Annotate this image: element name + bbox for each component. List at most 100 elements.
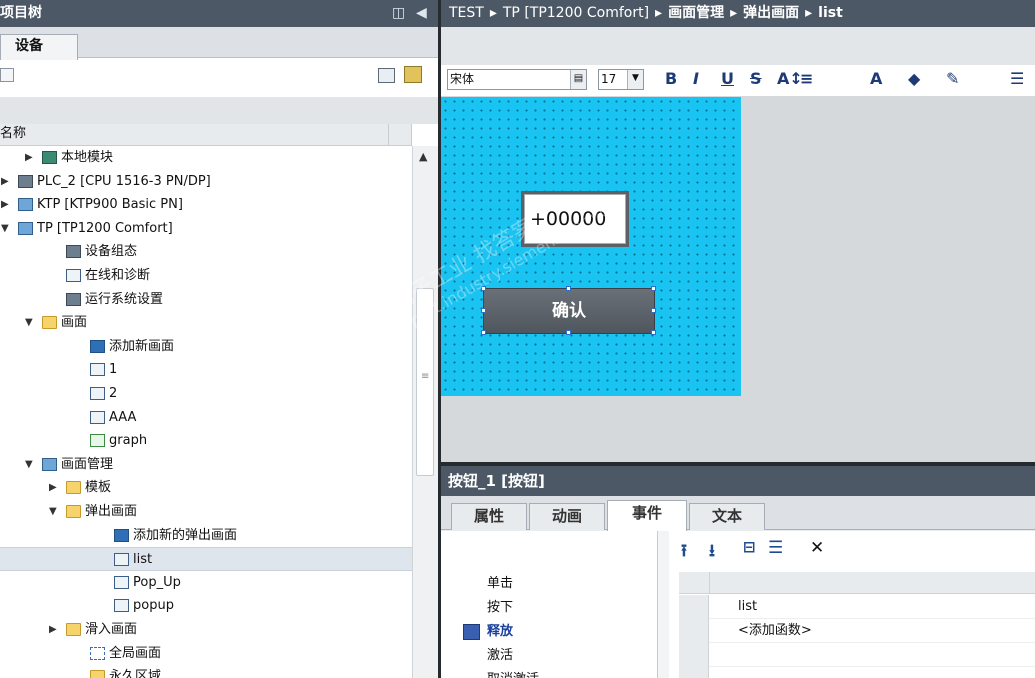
function-row[interactable]: list xyxy=(679,595,1035,619)
tree-item[interactable]: ▶ PLC_2 [CPU 1516-3 PN/DP] xyxy=(0,170,412,194)
event-item[interactable]: 单击 xyxy=(487,573,513,595)
tree-item[interactable]: ▼ TP [TP1200 Comfort] xyxy=(0,217,412,241)
row-gutter xyxy=(679,619,709,643)
resize-handle[interactable] xyxy=(481,308,486,313)
hmi-icon xyxy=(18,198,33,212)
io-field[interactable]: +00000 xyxy=(521,191,629,247)
delete-icon[interactable]: ✕ xyxy=(810,538,824,558)
event-item[interactable]: 按下 xyxy=(487,597,513,619)
event-list-scrollbar[interactable] xyxy=(657,531,669,678)
details-view-icon[interactable] xyxy=(378,68,395,83)
tree-item[interactable]: 1 xyxy=(0,358,412,382)
resize-handle[interactable] xyxy=(481,286,486,291)
format-button[interactable]: A xyxy=(870,68,882,90)
resize-handle[interactable] xyxy=(651,308,656,313)
expand-arrow-icon[interactable]: ▶ xyxy=(25,146,33,169)
resize-handle[interactable] xyxy=(481,330,486,335)
format-button[interactable]: U xyxy=(721,68,734,90)
tree-item-label: 画面管理 xyxy=(61,456,114,472)
tree-item[interactable]: ▶ KTP [KTP900 Basic PN] xyxy=(0,193,412,217)
chevron-down-icon[interactable]: ▼ xyxy=(627,70,643,89)
resize-handle[interactable] xyxy=(566,330,571,335)
runtime-settings-icon xyxy=(66,292,81,306)
format-button[interactable]: ≡ xyxy=(800,68,813,90)
tree-item[interactable]: 设备组态 xyxy=(0,240,412,264)
inspector-title: 按钮_1 [按钮] xyxy=(441,466,1035,496)
export-icon[interactable] xyxy=(404,66,422,83)
tree-scroll-thumb[interactable]: ≡ xyxy=(416,288,434,476)
inspector-tab[interactable]: 事件 xyxy=(607,500,687,531)
inspector-tab[interactable]: 动画 xyxy=(529,503,605,530)
tree-item-label: KTP [KTP900 Basic PN] xyxy=(37,197,183,213)
tree-item[interactable]: ▶ 滑入画面 xyxy=(0,618,412,642)
move-up-icon[interactable]: ⭱ xyxy=(681,538,687,567)
tree-item[interactable]: AAA xyxy=(0,406,412,430)
collapse-arrow-icon[interactable]: ▼ xyxy=(1,217,9,240)
tree-item[interactable]: 添加新的弹出画面 xyxy=(0,524,412,548)
tree-item[interactable]: ▶ 本地模块 xyxy=(0,146,412,170)
tree-item[interactable]: popup xyxy=(0,594,412,618)
breadcrumb-item[interactable]: TP [TP1200 Comfort] xyxy=(503,5,649,21)
collapse-arrow-icon[interactable]: ▼ xyxy=(49,500,57,523)
format-button[interactable]: B xyxy=(665,68,677,90)
collapse-arrow-icon[interactable]: ▼ xyxy=(25,311,33,334)
collapse-panel-icon[interactable]: ◀ xyxy=(416,0,427,27)
breadcrumb-separator-icon: ▸ xyxy=(805,5,813,21)
inspector-tab[interactable]: 文本 xyxy=(689,503,765,530)
tree-item[interactable]: 永久区域 xyxy=(0,665,412,678)
resize-handle[interactable] xyxy=(566,286,571,291)
font-select[interactable]: 宋体 xyxy=(447,69,587,90)
tree-item[interactable]: 运行系统设置 xyxy=(0,288,412,312)
module-icon xyxy=(42,151,57,164)
collapse-icon[interactable]: ⊟ xyxy=(743,538,756,556)
scroll-up-icon[interactable]: ▲ xyxy=(419,150,427,163)
event-item[interactable]: 取消激活 xyxy=(487,669,539,678)
tab-devices[interactable]: 设备 xyxy=(0,34,78,60)
tree-item-label: 永久区域 xyxy=(109,669,162,678)
event-item[interactable]: 激活 xyxy=(487,645,513,667)
confirm-button[interactable]: 确认 xyxy=(483,288,655,334)
template-folder-icon xyxy=(66,481,81,495)
format-button[interactable]: S xyxy=(750,68,762,90)
expand-arrow-icon[interactable]: ▶ xyxy=(1,170,9,193)
tree-item[interactable]: 2 xyxy=(0,382,412,406)
format-button[interactable]: ◆ xyxy=(908,68,920,90)
tree-item[interactable]: ▼ 画面 xyxy=(0,311,412,335)
tree-item[interactable]: ▶ 模板 xyxy=(0,476,412,500)
breadcrumb-item[interactable]: 弹出画面 xyxy=(743,5,799,21)
inspector-tab[interactable]: 属性 xyxy=(451,503,527,530)
format-button[interactable]: ✎ xyxy=(946,68,959,90)
tree-item-label: 2 xyxy=(109,386,118,401)
tree-item[interactable]: ▼ 画面管理 xyxy=(0,453,412,477)
font-picker-icon[interactable]: ▤ xyxy=(570,70,586,89)
grip-icon: ≡ xyxy=(421,371,430,382)
expand-arrow-icon[interactable]: ▶ xyxy=(49,476,57,499)
collapse-arrow-icon[interactable]: ▼ xyxy=(25,453,33,476)
breadcrumb-item[interactable]: list xyxy=(818,5,843,21)
panel-layout-icon[interactable]: ◫ xyxy=(392,0,405,27)
tree-item[interactable]: ▼ 弹出画面 xyxy=(0,500,412,524)
tree-item[interactable]: 在线和诊断 xyxy=(0,264,412,288)
breadcrumb-item[interactable]: 画面管理 xyxy=(668,5,724,21)
event-item[interactable]: 释放 xyxy=(487,621,513,643)
expand-arrow-icon[interactable]: ▶ xyxy=(49,618,57,641)
tree-item[interactable]: 添加新画面 xyxy=(0,335,412,359)
list-icon[interactable]: ☰ xyxy=(768,538,783,558)
move-down-icon[interactable]: ⭳ xyxy=(709,538,715,567)
tree-item[interactable]: Pop_Up xyxy=(0,571,412,595)
tree-item[interactable]: graph xyxy=(0,429,412,453)
add-screen-icon xyxy=(114,528,129,542)
resize-handle[interactable] xyxy=(651,330,656,335)
format-button[interactable]: A↕ xyxy=(777,68,803,90)
tree-item[interactable]: list xyxy=(0,547,412,571)
tree-item[interactable]: 全局画面 xyxy=(0,642,412,666)
tree-item-label: AAA xyxy=(109,409,137,425)
overview-icon[interactable] xyxy=(0,68,14,82)
format-button[interactable]: I xyxy=(693,68,699,90)
resize-handle[interactable] xyxy=(651,286,656,291)
format-button[interactable]: ☰ xyxy=(1010,68,1024,90)
expand-arrow-icon[interactable]: ▶ xyxy=(1,193,9,216)
function-row[interactable]: <添加函数> xyxy=(679,619,1035,643)
diagnostics-icon xyxy=(66,269,81,282)
breadcrumb-item[interactable]: TEST xyxy=(449,5,484,21)
